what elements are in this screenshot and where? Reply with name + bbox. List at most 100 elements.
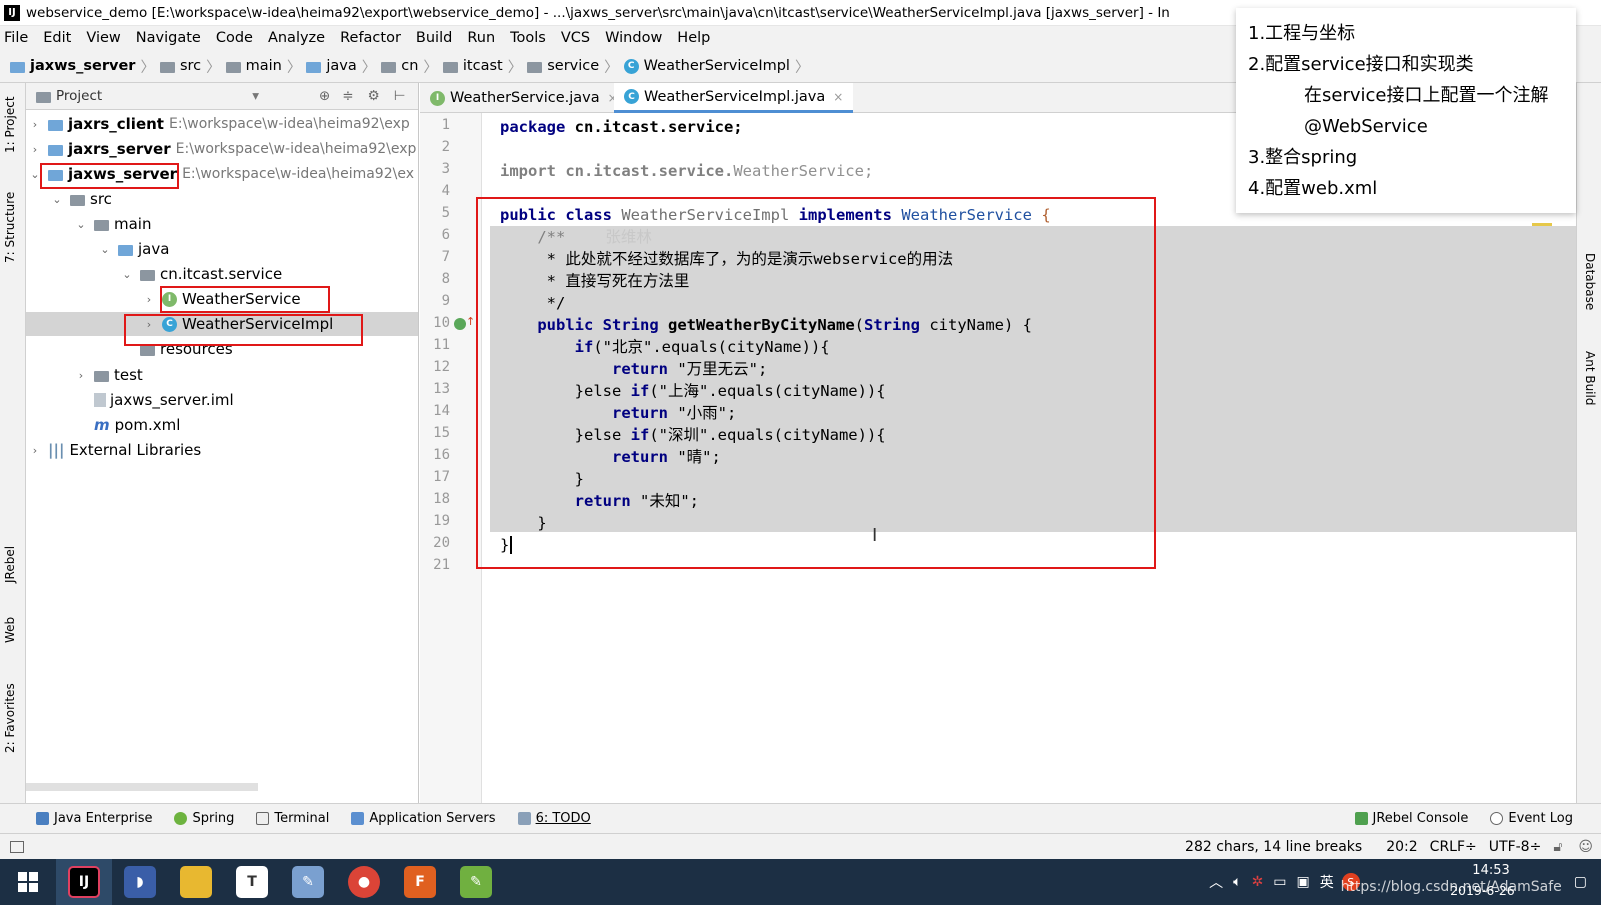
menu-edit[interactable]: Edit (43, 30, 71, 46)
menu-help[interactable]: Help (677, 30, 710, 46)
folder-icon (94, 219, 109, 231)
tab-weatherserviceimpl-java[interactable]: C WeatherServiceImpl.java × (614, 83, 854, 113)
notification-icon[interactable]: ▢ (1574, 874, 1587, 890)
menu-tools[interactable]: Tools (510, 30, 546, 46)
tree-item-jaxrs-client[interactable]: › jaxrs_client E:\workspace\w-idea\heima9… (26, 112, 418, 136)
dolphin-app-icon[interactable]: ◗ (112, 859, 168, 905)
tool-jrebel-console[interactable]: JRebel Console (1354, 811, 1468, 826)
status-line-separator[interactable]: CRLF÷ (1430, 839, 1477, 855)
implements-gutter-icon[interactable] (454, 318, 466, 330)
foxit-icon[interactable]: F (392, 859, 448, 905)
highlight-box (124, 314, 363, 346)
menu-code[interactable]: Code (216, 30, 253, 46)
menu-run[interactable]: Run (467, 30, 495, 46)
breadcrumb-cn[interactable]: cn (381, 58, 418, 74)
display-icon[interactable]: ▣ (1297, 874, 1310, 890)
notepad-icon[interactable]: ✎ (448, 859, 504, 905)
menu-navigate[interactable]: Navigate (136, 30, 201, 46)
breadcrumb-java[interactable]: java (306, 58, 357, 74)
tool-java-enterprise[interactable]: Java Enterprise (36, 811, 152, 826)
status-encoding[interactable]: UTF-8÷ (1489, 839, 1542, 855)
breadcrumb-main[interactable]: main (225, 58, 282, 74)
code-editor[interactable]: package cn.itcast.service; import cn.itc… (476, 113, 1576, 803)
window-title: webservice_demo [E:\workspace\w-idea\hei… (26, 4, 1170, 21)
tree-item-iml[interactable]: jaxws_server.iml (74, 388, 234, 412)
code-line-3: import cn.itcast.service.WeatherService; (500, 162, 874, 180)
intellij-taskbar-icon[interactable]: IJ (56, 859, 112, 905)
horizontal-scrollbar[interactable] (26, 783, 258, 791)
inspector-icon[interactable]: ☺︎ (1578, 839, 1593, 855)
menu-window[interactable]: Window (605, 30, 662, 46)
chrome-icon[interactable]: ● (336, 859, 392, 905)
tab-web-tool[interactable]: Web (3, 617, 17, 643)
ime-indicator[interactable]: 英 (1320, 872, 1334, 892)
file-explorer-icon[interactable] (168, 859, 224, 905)
tab-project-tool[interactable]: 1: Project (3, 96, 17, 153)
package-icon (527, 61, 543, 73)
breadcrumb-itcast[interactable]: itcast (442, 58, 503, 74)
tree-item-main[interactable]: ⌄ main (74, 212, 151, 236)
hide-icon[interactable]: ⊢ (394, 88, 406, 104)
menu-build[interactable]: Build (416, 30, 452, 46)
tab-database-tool[interactable]: Database (1583, 253, 1597, 310)
volume-icon[interactable]: 🔈︎ (1233, 874, 1241, 890)
intellij-logo-icon: IJ (4, 4, 20, 21)
collapse-icon[interactable]: ≑ (342, 88, 353, 104)
close-icon[interactable]: × (833, 90, 843, 104)
tab-structure-tool[interactable]: 7: Structure (3, 192, 17, 263)
battery-icon[interactable]: ▭ (1273, 874, 1286, 890)
chevron-down-icon[interactable]: ▾ (252, 88, 259, 104)
menu-file[interactable]: File (4, 30, 28, 46)
highlight-box (160, 286, 330, 313)
line-number: 8 (441, 271, 450, 287)
module-folder-icon (48, 144, 63, 156)
typora-icon[interactable]: T (224, 859, 280, 905)
lock-icon[interactable]: 🔓︎ (1553, 839, 1562, 855)
menu-analyze[interactable]: Analyze (268, 30, 325, 46)
status-caret-position[interactable]: 20:2 (1386, 839, 1417, 855)
clock[interactable]: 14:53 2019-6-26 https://blog.csdn.net/Ad… (1341, 859, 1570, 905)
i-beam-cursor-icon: I (872, 525, 878, 546)
tree-item-external-libraries[interactable]: › ||| External Libraries (26, 438, 201, 462)
menu-view[interactable]: View (86, 30, 120, 46)
server-icon (351, 812, 365, 825)
tab-ant-build-tool[interactable]: Ant Build (1583, 351, 1597, 405)
package-icon (381, 61, 397, 73)
tool-spring[interactable]: Spring (174, 811, 234, 826)
tab-weatherservice-java[interactable]: I WeatherService.java × (420, 83, 628, 113)
breadcrumb-weatherserviceimpl[interactable]: C WeatherServiceImpl (623, 58, 790, 74)
left-tool-strip: 1: Project 7: Structure JRebel Web 2: Fa… (0, 83, 26, 803)
tab-jrebel-tool[interactable]: JRebel (3, 546, 17, 583)
tool-event-log[interactable]: Event Log (1490, 811, 1573, 826)
tree-item-java[interactable]: ⌄ java (98, 237, 169, 261)
menu-refactor[interactable]: Refactor (340, 30, 401, 46)
tree-item-package[interactable]: ⌄ cn.itcast.service (120, 262, 282, 286)
status-bar: 282 chars, 14 line breaks 20:2 CRLF÷ UTF… (0, 833, 1601, 859)
tab-favorites-tool[interactable]: 2: Favorites (3, 683, 17, 753)
breadcrumb-service[interactable]: service (527, 58, 599, 74)
line-number: 13 (433, 381, 450, 397)
network-alert-icon[interactable]: ✲ (1252, 874, 1264, 890)
project-view-selector[interactable]: Project (56, 88, 102, 104)
project-panel-header: Project ▾ ⊕ ≑ ⚙ ⊢ (26, 83, 418, 110)
tool-todo[interactable]: 6: TODO (517, 811, 591, 826)
maven-icon: m (94, 416, 110, 434)
tree-item-jaxrs-server[interactable]: › jaxrs_server E:\workspace\w-idea\heima9… (26, 137, 418, 161)
tool-application-servers[interactable]: Application Servers (351, 811, 496, 826)
toggle-tool-windows-icon[interactable] (10, 840, 24, 853)
windows-start-icon[interactable] (0, 859, 56, 905)
breadcrumb-jaxws-server[interactable]: jaxws_server (10, 58, 135, 74)
breadcrumb-src[interactable]: src (159, 58, 201, 74)
watermark: https://blog.csdn.net/AdamSafe (1340, 879, 1562, 895)
tree-item-src[interactable]: ⌄ src (50, 187, 112, 211)
gear-icon[interactable]: ⚙ (368, 88, 380, 104)
tool-terminal[interactable]: Terminal (256, 811, 329, 826)
locate-icon[interactable]: ⊕ (319, 88, 330, 104)
paint-app-icon[interactable]: ✎ (280, 859, 336, 905)
show-hidden-icons-icon[interactable]: ︿ (1209, 872, 1223, 892)
line-number: 21 (433, 557, 450, 573)
tree-item-test[interactable]: › test (74, 363, 143, 387)
tree-item-pom[interactable]: m pom.xml (74, 413, 180, 437)
library-icon: ||| (48, 441, 65, 459)
menu-vcs[interactable]: VCS (561, 30, 590, 46)
